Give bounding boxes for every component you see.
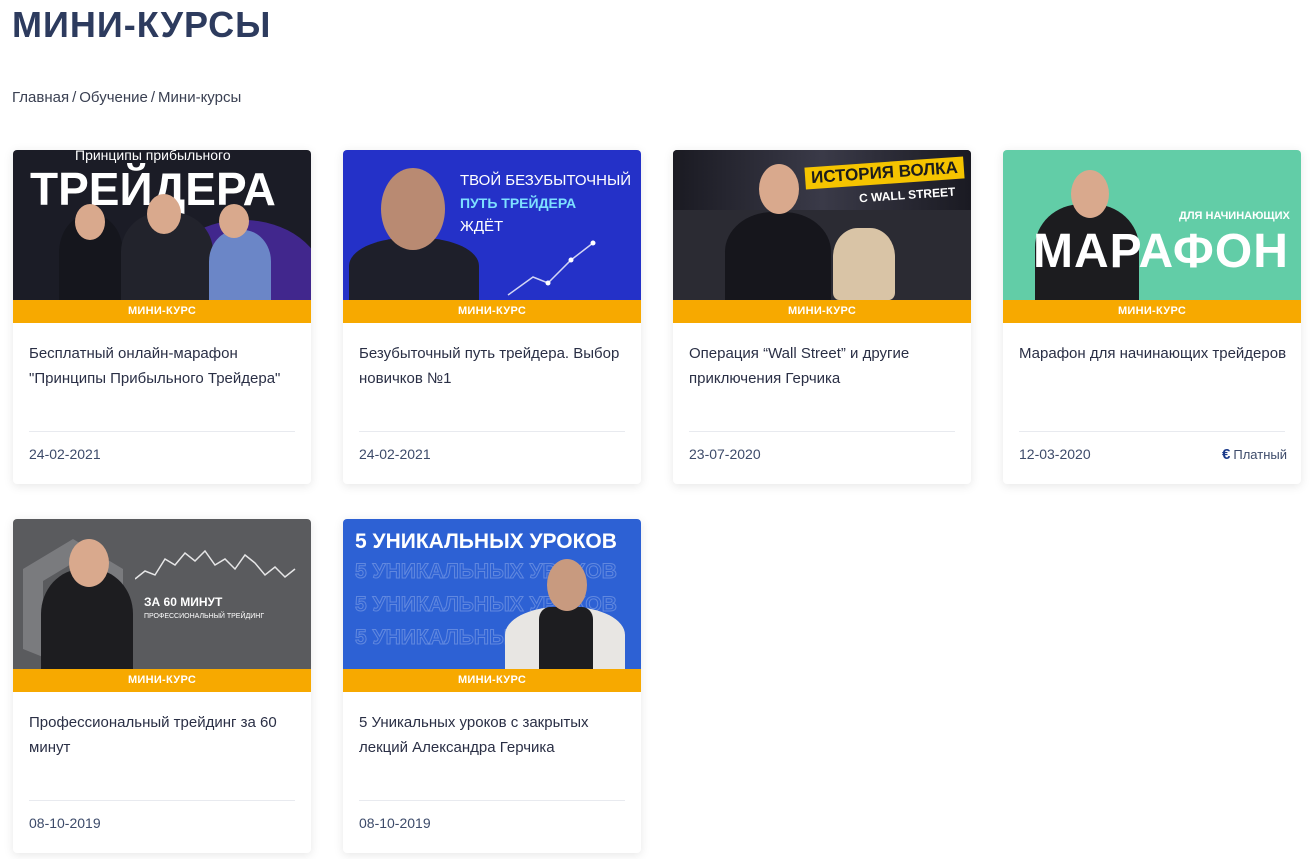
person-image xyxy=(539,607,593,669)
course-thumbnail[interactable]: 5 УНИКАЛЬНЫХ УРОКОВ 5 УНИКАЛЬНЫХ УРОКОВ … xyxy=(343,519,641,669)
thumb-heading: МАРАФОН xyxy=(1033,225,1289,278)
card-divider xyxy=(359,800,625,801)
price-label: € Платный xyxy=(1222,446,1287,463)
course-title[interactable]: Операция “Wall Street” и другие приключе… xyxy=(689,341,959,391)
thumb-caption: ПРОФЕССИОНАЛЬНЫЙ ТРЕЙДИНГ xyxy=(144,613,265,620)
page-title: МИНИ-КУРСЫ xyxy=(12,4,272,45)
course-title[interactable]: Бесплатный онлайн-марафон "Принципы Приб… xyxy=(29,341,299,391)
person-image xyxy=(1071,170,1109,218)
mini-course-badge: МИНИ-КУРС xyxy=(13,300,311,323)
mini-course-badge: МИНИ-КУРС xyxy=(343,300,641,323)
breadcrumb-separator: / xyxy=(150,89,156,106)
thumb-caption: ПУТЬ ТРЕЙДЕРА xyxy=(460,195,577,211)
course-card[interactable]: Принципы прибыльного ТРЕЙДЕРА МИНИ-КУРС … xyxy=(13,150,311,484)
course-date: 08-10-2019 xyxy=(359,815,431,831)
person-image xyxy=(219,204,249,238)
price-text: Платный xyxy=(1233,447,1287,462)
thumb-caption: ЖДЁТ xyxy=(460,218,504,235)
course-date: 12-03-2020 xyxy=(1019,446,1091,462)
card-divider xyxy=(359,431,625,432)
breadcrumb-home[interactable]: Главная xyxy=(12,89,69,106)
person-image xyxy=(381,168,445,250)
course-thumbnail[interactable]: ЗА 60 МИНУТ ПРОФЕССИОНАЛЬНЫЙ ТРЕЙДИНГ xyxy=(13,519,311,669)
breadcrumb-current: Мини-курсы xyxy=(158,89,242,106)
course-thumbnail[interactable]: ИСТОРИЯ ВОЛКА С WALL STREET xyxy=(673,150,971,300)
course-thumbnail[interactable]: ТВОЙ БЕЗУБЫТОЧНЫЙ ПУТЬ ТРЕЙДЕРА ЖДЁТ xyxy=(343,150,641,300)
course-card[interactable]: ЗА 60 МИНУТ ПРОФЕССИОНАЛЬНЫЙ ТРЕЙДИНГ МИ… xyxy=(13,519,311,853)
person-image xyxy=(209,230,271,300)
mini-course-badge: МИНИ-КУРС xyxy=(673,300,971,323)
course-thumbnail[interactable]: Принципы прибыльного ТРЕЙДЕРА xyxy=(13,150,311,300)
mini-course-badge: МИНИ-КУРС xyxy=(13,669,311,692)
course-title[interactable]: Безубыточный путь трейдера. Выбор новичк… xyxy=(359,341,629,391)
thumb-caption: ДЛЯ НАЧИНАЮЩИХ xyxy=(1179,210,1290,222)
course-card[interactable]: ТВОЙ БЕЗУБЫТОЧНЫЙ ПУТЬ ТРЕЙДЕРА ЖДЁТ МИН… xyxy=(343,150,641,484)
dog-image xyxy=(833,228,895,300)
course-title[interactable]: Марафон для начинающих трейдеров xyxy=(1019,341,1289,366)
thumb-caption: ТВОЙ БЕЗУБЫТОЧНЫЙ xyxy=(460,172,632,189)
mini-course-badge: МИНИ-КУРС xyxy=(1003,300,1301,323)
person-image xyxy=(147,194,181,234)
card-divider xyxy=(689,431,955,432)
mini-course-badge: МИНИ-КУРС xyxy=(343,669,641,692)
breadcrumb: Главная / Обучение / Мини-курсы xyxy=(12,89,241,106)
breadcrumb-education[interactable]: Обучение xyxy=(79,89,148,106)
thumb-heading: 5 УНИКАЛЬНЫХ УРОКОВ xyxy=(355,530,617,553)
course-card[interactable]: ИСТОРИЯ ВОЛКА С WALL STREET МИНИ-КУРС Оп… xyxy=(673,150,971,484)
euro-icon: € xyxy=(1222,446,1231,463)
course-card[interactable]: ДЛЯ НАЧИНАЮЩИХ МАРАФОН МИНИ-КУРС Марафон… xyxy=(1003,150,1301,484)
card-divider xyxy=(29,431,295,432)
course-date: 24-02-2021 xyxy=(29,446,101,462)
card-divider xyxy=(1019,431,1285,432)
course-date: 24-02-2021 xyxy=(359,446,431,462)
person-image xyxy=(69,539,109,587)
candlestick-chart-icon xyxy=(135,549,296,580)
course-thumbnail[interactable]: ДЛЯ НАЧИНАЮЩИХ МАРАФОН xyxy=(1003,150,1301,300)
course-card[interactable]: 5 УНИКАЛЬНЫХ УРОКОВ 5 УНИКАЛЬНЫХ УРОКОВ … xyxy=(343,519,641,853)
thumb-heading: ЗА 60 МИНУТ xyxy=(144,595,223,609)
breadcrumb-separator: / xyxy=(72,89,77,106)
course-date: 23-07-2020 xyxy=(689,446,761,462)
person-image xyxy=(547,559,587,611)
card-divider xyxy=(29,800,295,801)
course-title[interactable]: 5 Уникальных уроков с закрытых лекций Ал… xyxy=(359,710,629,760)
course-title[interactable]: Профессиональный трейдинг за 60 минут xyxy=(29,710,299,760)
person-image xyxy=(759,164,799,214)
person-image xyxy=(75,204,105,240)
person-image xyxy=(725,212,831,300)
growth-chart-icon xyxy=(507,240,596,296)
course-date: 08-10-2019 xyxy=(29,815,101,831)
